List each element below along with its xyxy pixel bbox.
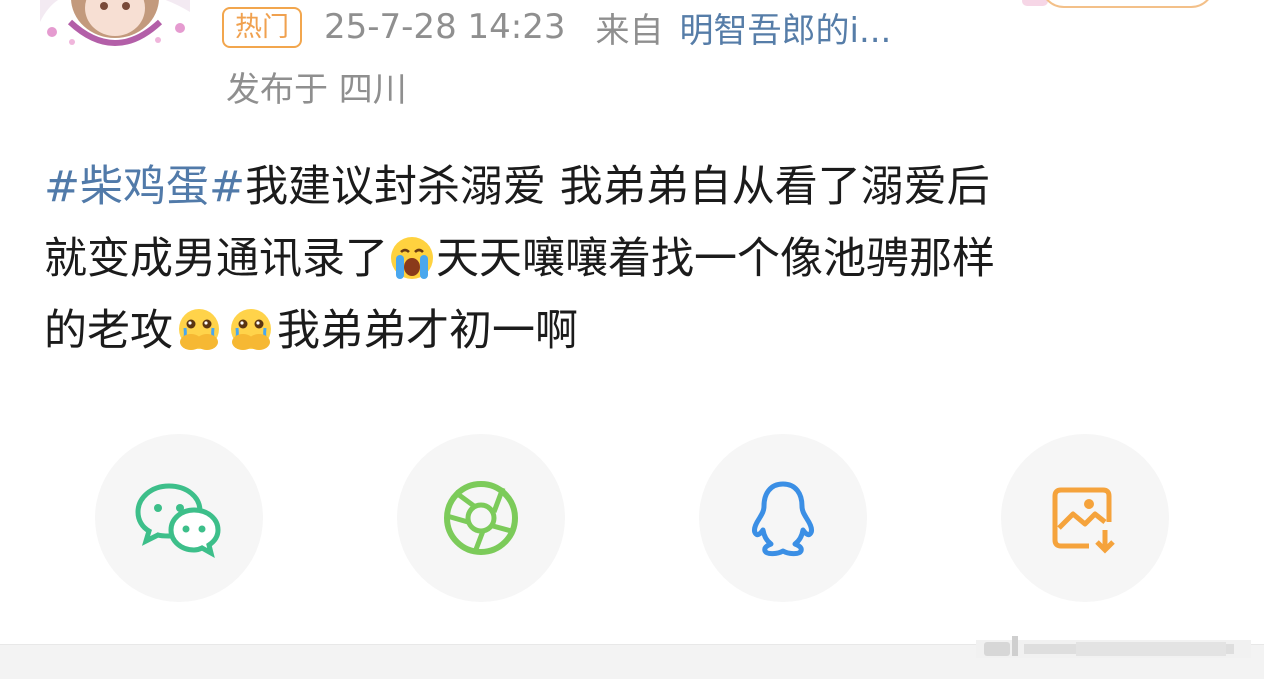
post-detail-page: 热门 25-7-28 14:23 来自 明智吾郎的i... 发布于 四川 #柴鸡… [0, 0, 1264, 679]
covering-mouth-crying-emoji [174, 307, 224, 368]
post-location: 发布于 四川 [226, 70, 407, 110]
covering-mouth-crying-emoji [226, 307, 276, 368]
post-time: 25-7-28 14:23 [324, 7, 566, 47]
save-image-button[interactable] [1001, 434, 1169, 602]
follow-button-decoration [1022, 0, 1048, 6]
wechat-icon [134, 478, 224, 558]
post-content: #柴鸡蛋#我建议封杀溺爱 我弟弟自从看了溺爱后 就变成男通讯录了 天天嚷嚷着找一个… [44, 158, 1234, 374]
moments-aperture-icon [441, 478, 521, 558]
save-image-icon [1045, 478, 1125, 558]
qq-penguin-icon [748, 478, 818, 558]
share-qq-button[interactable] [699, 434, 867, 602]
hashtag-link[interactable]: #柴鸡蛋# [44, 162, 245, 212]
share-moments-button[interactable] [397, 434, 565, 602]
post-text-segment: 的老攻 [44, 306, 173, 356]
crying-face-emoji [389, 235, 435, 296]
avatar[interactable] [40, 0, 190, 56]
follow-button[interactable] [1040, 0, 1215, 8]
source-link[interactable]: 明智吾郎的i... [680, 3, 892, 52]
post-line-2: 就变成男通讯录了 天天嚷嚷着找一个像池骋那样 [44, 230, 1234, 302]
watermark [976, 630, 1251, 664]
post-text-segment: 天天嚷嚷着找一个像池骋那样 [436, 234, 995, 284]
source-label: 来自 [595, 10, 664, 51]
hot-badge[interactable]: 热门 [222, 6, 302, 48]
post-text-segment: 我弟弟才初一啊 [277, 306, 578, 356]
post-text-segment: 我建议封杀溺爱 我弟弟自从看了溺爱后 [245, 162, 990, 212]
post-meta: 热门 25-7-28 14:23 来自 明智吾郎的i... [222, 3, 892, 52]
post-line-1: #柴鸡蛋#我建议封杀溺爱 我弟弟自从看了溺爱后 [44, 158, 1234, 230]
share-wechat-button[interactable] [95, 434, 263, 602]
post-line-3: 的老攻 我弟弟才初一啊 [44, 302, 1234, 374]
post-text-segment: 就变成男通讯录了 [44, 234, 388, 284]
